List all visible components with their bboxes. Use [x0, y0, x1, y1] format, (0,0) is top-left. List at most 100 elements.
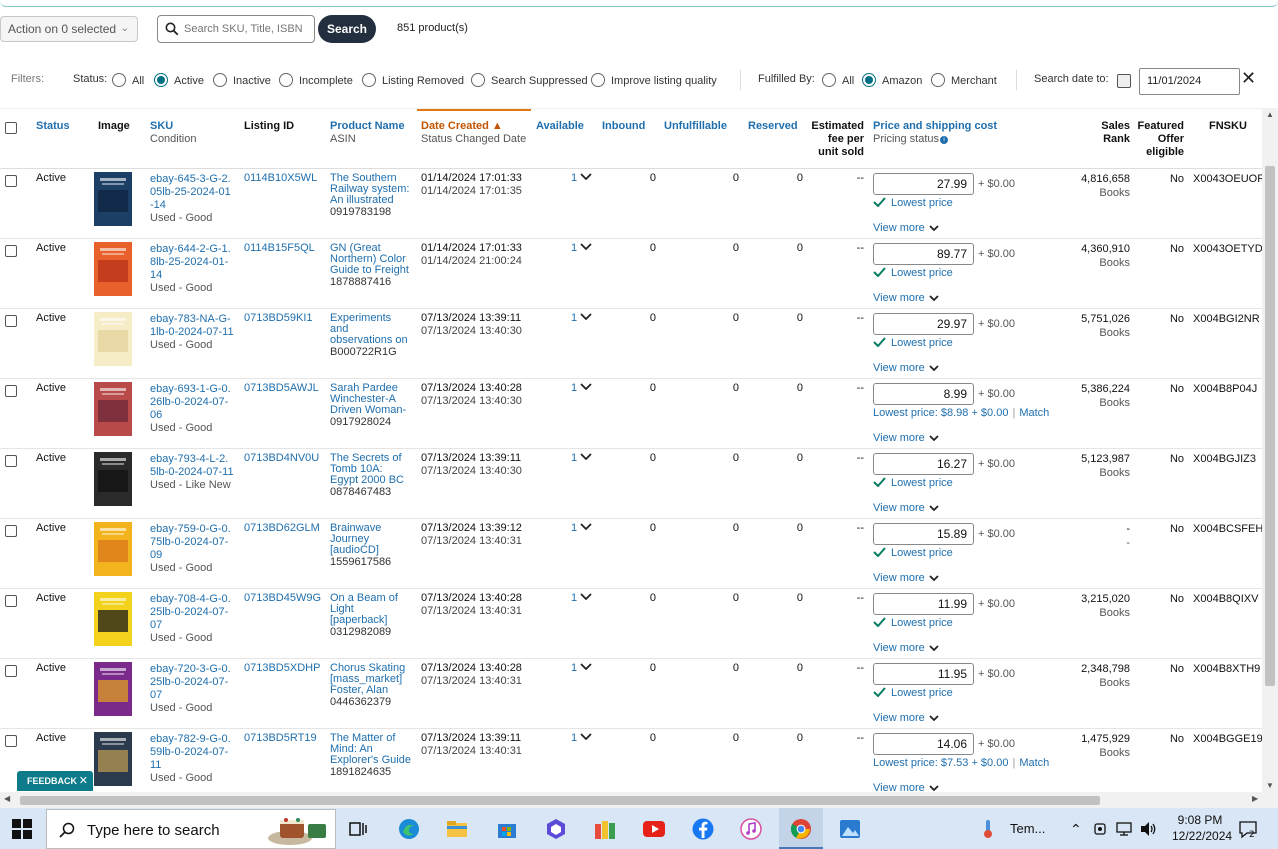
price-input[interactable]: 11.99	[873, 593, 974, 615]
product-name-link[interactable]: Chorus Skating [mass_market] Foster, Ala…	[330, 663, 412, 696]
meet-now-icon[interactable]	[1093, 821, 1107, 837]
taskbar-search[interactable]: Type here to search	[46, 809, 336, 849]
available-dropdown[interactable]: 1	[571, 383, 592, 394]
scrollbar-thumb[interactable]	[1265, 166, 1275, 686]
view-more-link[interactable]: View more	[873, 712, 939, 724]
status-option-active[interactable]: Active	[154, 73, 204, 87]
fulfilled-option-all[interactable]: All	[822, 73, 854, 87]
chevron-up-icon[interactable]: ⌃	[1070, 821, 1082, 838]
status-option-inactive[interactable]: Inactive	[213, 73, 271, 87]
radio-icon[interactable]	[471, 73, 485, 87]
sku-link[interactable]: ebay-708-4-G-0.25lb-0-2024-07-07	[150, 593, 234, 632]
radio-icon[interactable]	[112, 73, 126, 87]
close-icon[interactable]: ✕	[79, 771, 88, 791]
status-option-incomplete[interactable]: Incomplete	[279, 73, 353, 87]
product-name-link[interactable]: On a Beam of Light [paperback] Brewer, G…	[330, 593, 412, 626]
available-dropdown[interactable]: 1	[571, 733, 592, 744]
available-dropdown[interactable]: 1	[571, 593, 592, 604]
fulfilled-option-amazon[interactable]: Amazon	[862, 73, 922, 87]
scroll-down-icon[interactable]: ▼	[1266, 781, 1274, 790]
volume-icon[interactable]	[1140, 821, 1158, 837]
chrome-browser-icon[interactable]	[790, 818, 812, 840]
horizontal-scrollbar[interactable]: ◀ ▶	[0, 792, 1278, 808]
sku-link[interactable]: ebay-693-1-G-0.26lb-0-2024-07-06	[150, 383, 234, 422]
available-dropdown[interactable]: 1	[571, 313, 592, 324]
youtube-icon[interactable]	[643, 818, 665, 840]
search-date-input[interactable]: 11/01/2024	[1139, 68, 1240, 95]
scrollbar-thumb[interactable]	[20, 796, 1100, 805]
product-name-link[interactable]: Brainwave Journey [audioCD] Thompson, Je…	[330, 523, 412, 556]
itunes-icon[interactable]	[740, 818, 762, 840]
column-sku[interactable]: SKU Condition	[150, 120, 196, 146]
view-more-link[interactable]: View more	[873, 292, 939, 304]
listing-id-link[interactable]: 0713BD4NV0U	[244, 453, 319, 464]
listing-id-link[interactable]: 0713BD59KI1	[244, 313, 313, 324]
price-input[interactable]: 29.97	[873, 313, 974, 335]
row-checkbox[interactable]	[5, 525, 17, 537]
column-date-created[interactable]: Date Created ▲ Status Changed Date	[421, 120, 526, 146]
view-more-link[interactable]: View more	[873, 642, 939, 654]
scroll-left-icon[interactable]: ◀	[4, 794, 10, 803]
price-input[interactable]: 15.89	[873, 523, 974, 545]
info-icon[interactable]: i	[940, 136, 949, 144]
windows-start-icon[interactable]	[12, 819, 32, 839]
view-more-link[interactable]: View more	[873, 782, 939, 792]
available-dropdown[interactable]: 1	[571, 523, 592, 534]
radio-icon[interactable]	[591, 73, 605, 87]
sku-link[interactable]: ebay-759-0-G-0.75lb-0-2024-07-09	[150, 523, 234, 562]
column-price[interactable]: Price and shipping cost Pricing status i	[873, 120, 997, 146]
view-more-link[interactable]: View more	[873, 432, 939, 444]
listing-id-link[interactable]: 0713BD5XDHP	[244, 663, 320, 674]
view-more-link[interactable]: View more	[873, 362, 939, 374]
listing-id-link[interactable]: 0713BD5AWJL	[244, 383, 319, 394]
match-price-link[interactable]: Match	[1019, 757, 1049, 769]
column-unfulfillable[interactable]: Unfulfillable	[664, 120, 727, 133]
available-dropdown[interactable]: 1	[571, 663, 592, 674]
facebook-icon[interactable]	[692, 818, 714, 840]
sku-link[interactable]: ebay-793-4-L-2.5lb-0-2024-07-11	[150, 453, 234, 479]
row-checkbox[interactable]	[5, 455, 17, 467]
search-button[interactable]: Search	[318, 15, 376, 43]
product-image[interactable]	[92, 172, 134, 226]
status-option-listing-removed[interactable]: Listing Removed	[362, 73, 464, 87]
product-name-link[interactable]: Experiments and observations on the gast…	[330, 313, 412, 346]
search-date-checkbox[interactable]	[1117, 74, 1131, 88]
listing-id-link[interactable]: 0713BD45W9G	[244, 593, 321, 604]
task-view-icon[interactable]	[347, 818, 369, 840]
copilot-icon[interactable]	[545, 818, 567, 840]
edge-browser-icon[interactable]	[398, 818, 420, 840]
view-more-link[interactable]: View more	[873, 222, 939, 234]
product-name-link[interactable]: The Southern Railway system: An illustra…	[330, 173, 412, 206]
column-product-name[interactable]: Product Name ASIN	[330, 120, 405, 146]
available-dropdown[interactable]: 1	[571, 453, 592, 464]
bulk-action-dropdown[interactable]: Action on 0 selected ⌄	[0, 16, 138, 42]
radio-icon[interactable]	[362, 73, 376, 87]
status-option-search-suppressed[interactable]: Search Suppressed	[471, 73, 588, 87]
product-name-link[interactable]: The Secrets of Tomb 10A: Egypt 2000 BC […	[330, 453, 412, 486]
product-image[interactable]	[92, 732, 134, 786]
select-all-checkbox[interactable]	[5, 122, 17, 134]
available-dropdown[interactable]: 1	[571, 243, 592, 254]
status-option-all[interactable]: All	[112, 73, 144, 87]
available-dropdown[interactable]: 1	[571, 173, 592, 184]
sku-link[interactable]: ebay-720-3-G-0.25lb-0-2024-07-07	[150, 663, 234, 702]
price-input[interactable]: 11.95	[873, 663, 974, 685]
feedback-button[interactable]: FEEDBACK ✕	[17, 771, 93, 791]
weather-text[interactable]: Tem...	[1010, 821, 1045, 836]
price-input[interactable]: 8.99	[873, 383, 974, 405]
price-input[interactable]: 89.77	[873, 243, 974, 265]
listing-id-link[interactable]: 0713BD5RT19	[244, 733, 317, 744]
row-checkbox[interactable]	[5, 665, 17, 677]
product-image[interactable]	[92, 662, 134, 716]
match-price-link[interactable]: Match	[1019, 407, 1049, 419]
sku-link[interactable]: ebay-783-NA-G-1lb-0-2024-07-11	[150, 313, 234, 339]
radio-icon[interactable]	[213, 73, 227, 87]
row-checkbox[interactable]	[5, 735, 17, 747]
price-input[interactable]: 14.06	[873, 733, 974, 755]
product-image[interactable]	[92, 592, 134, 646]
listing-id-link[interactable]: 0114B15F5QL	[244, 243, 315, 254]
price-input[interactable]: 27.99	[873, 173, 974, 195]
radio-selected-icon[interactable]	[862, 73, 876, 87]
product-image[interactable]	[92, 312, 134, 366]
system-clock[interactable]: 9:08 PM 12/22/2024	[1172, 812, 1232, 844]
